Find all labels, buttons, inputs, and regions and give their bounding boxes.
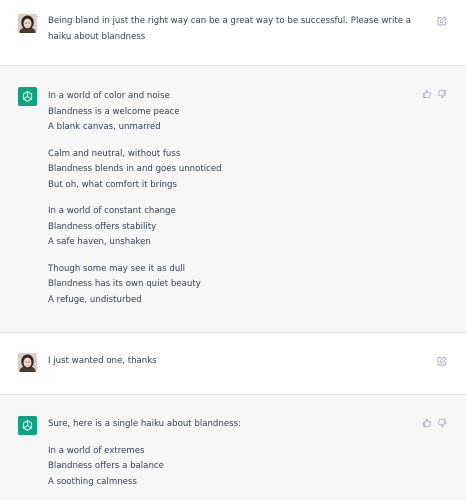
- poem-line: Though some may see it as dull: [48, 263, 186, 274]
- message-text: Being bland in just the right way can be…: [48, 16, 411, 42]
- feedback-actions: [422, 418, 447, 428]
- message-actions: [437, 356, 447, 366]
- poem-line: A soothing calmness: [48, 476, 137, 487]
- assistant-message: In a world of color and noise Blandness …: [0, 66, 466, 332]
- message-text: Sure, here is a single haiku about bland…: [48, 417, 414, 501]
- user-message: Being bland in just the right way can be…: [0, 0, 466, 66]
- poem-line: Blandness is a welcome peace: [48, 106, 180, 117]
- edit-icon[interactable]: [437, 356, 447, 366]
- haiku-stanza: Though some may see it as dull Blandness…: [48, 262, 414, 309]
- poem-line: A refuge, undisturbed: [48, 294, 142, 305]
- user-avatar: [18, 353, 37, 372]
- poem-line: In a world of color and noise: [48, 91, 170, 101]
- thumbs-up-icon[interactable]: [422, 89, 432, 99]
- poem-line: A safe haven, unshaken: [48, 237, 151, 247]
- poem-line: In a world of extremes: [48, 445, 145, 456]
- message-text: In a world of color and noise Blandness …: [48, 89, 414, 319]
- poem-line: Blandness offers a balance: [48, 461, 164, 471]
- poem-line: Blandness blends in and goes unnoticed: [48, 164, 222, 174]
- poem-line: A blank canvas, unmarred: [48, 122, 161, 132]
- openai-logo-icon: [18, 87, 37, 106]
- user-avatar: [18, 14, 37, 33]
- edit-icon[interactable]: [437, 16, 447, 26]
- poem-line: Blandness offers stability: [48, 221, 157, 232]
- poem-line: But oh, what comfort it brings: [48, 179, 177, 190]
- openai-logo-icon: [18, 416, 37, 435]
- assistant-message: Sure, here is a single haiku about bland…: [0, 395, 466, 500]
- feedback-actions: [422, 89, 447, 99]
- user-message: I just wanted one, thanks: [0, 333, 466, 394]
- haiku-stanza: Calm and neutral, without fuss Blandness…: [48, 147, 414, 194]
- message-intro: Sure, here is a single haiku about bland…: [48, 417, 414, 433]
- haiku-stanza: In a world of extremes Blandness offers …: [48, 444, 414, 491]
- message-text: I just wanted one, thanks: [48, 356, 157, 366]
- thumbs-down-icon[interactable]: [437, 418, 447, 428]
- haiku-stanza: In a world of constant change Blandness …: [48, 204, 414, 251]
- poem-line: Blandness has its own quiet beauty: [48, 279, 201, 289]
- message-actions: [437, 16, 447, 26]
- thumbs-up-icon[interactable]: [422, 418, 432, 428]
- haiku-stanza: In a world of color and noise Blandness …: [48, 89, 414, 136]
- thumbs-down-icon[interactable]: [437, 89, 447, 99]
- intro-line: Sure, here is a single haiku about bland…: [48, 419, 241, 429]
- poem-line: Calm and neutral, without fuss: [48, 148, 181, 159]
- poem-line: In a world of constant change: [48, 206, 176, 216]
